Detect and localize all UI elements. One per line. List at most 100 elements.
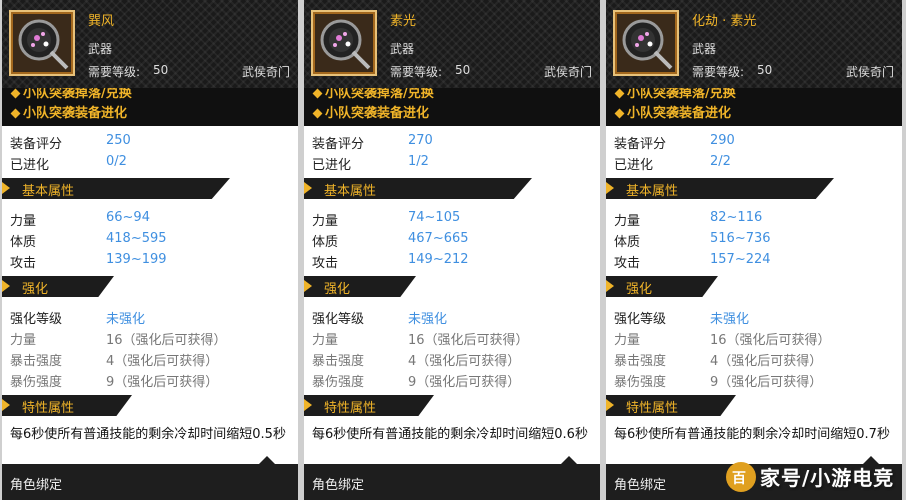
enhance-level-value: 未强化 — [710, 312, 750, 327]
stat-label: 攻击 — [312, 256, 339, 271]
stat-value: 157~224 — [710, 252, 771, 267]
stat-value: 66~94 — [106, 210, 150, 225]
enhance-stat-value: 9（强化后可获得） — [408, 375, 521, 390]
section-traits: 特性属性 — [2, 395, 132, 416]
section-traits: 特性属性 — [304, 395, 434, 416]
required-level-value: 50 — [455, 63, 471, 77]
chevron-right-icon — [2, 182, 10, 194]
stat-label: 力量 — [312, 214, 339, 229]
item-tooltip-panel: 巽风 武器 需要等级: 50 武侯奇门 小队突袭掉落/兑换 小队突袭装备进化 装… — [2, 0, 298, 500]
enhance-level-value: 未强化 — [106, 312, 146, 327]
item-school: 武侯奇门 — [241, 65, 290, 79]
notch-decoration — [560, 456, 578, 465]
required-level-label: 需要等级: — [390, 65, 443, 79]
enhance-stat-label: 暴伤强度 — [10, 375, 63, 390]
stat-value: 418~595 — [106, 231, 167, 246]
diamond-icon — [614, 108, 625, 119]
enhance-level-label: 强化等级 — [312, 312, 365, 327]
fan-weapon-icon — [315, 14, 373, 72]
chevron-right-icon — [2, 399, 10, 411]
enhance-stat-label: 暴击强度 — [614, 354, 667, 369]
bind-status: 角色绑定 — [10, 478, 63, 493]
enhance-stat-label: 暴击强度 — [10, 354, 63, 369]
diamond-icon — [614, 88, 625, 99]
item-type: 武器 — [390, 42, 415, 56]
enhance-stat-value: 4（强化后可获得） — [408, 354, 521, 369]
item-type: 武器 — [88, 42, 113, 56]
diamond-icon — [10, 108, 21, 119]
trait-description: 每6秒使所有普通技能的剩余冷却时间缩短0.6秒 — [312, 427, 588, 442]
section-traits: 特性属性 — [606, 395, 736, 416]
item-tooltip-panel: 素光 武器 需要等级: 50 武侯奇门 小队突袭掉落/兑换 小队突袭装备进化 装… — [304, 0, 600, 500]
diamond-icon — [312, 108, 323, 119]
enhance-stat-label: 力量 — [10, 333, 37, 348]
bind-status: 角色绑定 — [614, 478, 667, 493]
item-school: 武侯奇门 — [543, 65, 592, 79]
stat-value: 149~212 — [408, 252, 469, 267]
source-line: 小队突袭掉落/兑换 — [312, 88, 434, 101]
fan-weapon-icon — [13, 14, 71, 72]
evolved-value: 2/2 — [710, 154, 731, 169]
score-label: 装备评分 — [10, 137, 63, 152]
diamond-icon — [312, 88, 323, 99]
chevron-right-icon — [304, 399, 312, 411]
evolved-label: 已进化 — [10, 158, 50, 173]
evolved-value: 0/2 — [106, 154, 127, 169]
stat-label: 力量 — [10, 214, 37, 229]
section-enhance: 强化 — [304, 276, 416, 297]
item-tooltip-panel: 化劫 · 素光 武器 需要等级: 50 武侯奇门 小队突袭掉落/兑换 小队突袭装… — [606, 0, 902, 500]
enhance-stat-label: 力量 — [614, 333, 641, 348]
section-basic-attributes: 基本属性 — [606, 178, 834, 199]
score-label: 装备评分 — [614, 137, 667, 152]
evolved-label: 已进化 — [312, 158, 352, 173]
required-level-value: 50 — [757, 63, 773, 77]
item-sources: 小队突袭掉落/兑换 小队突袭装备进化 — [2, 88, 298, 126]
score-value: 270 — [408, 133, 433, 148]
watermark-text: 家号/小游电竞 — [760, 466, 895, 490]
item-icon-frame[interactable] — [9, 10, 75, 76]
score-value: 250 — [106, 133, 131, 148]
fan-weapon-icon — [617, 14, 675, 72]
notch-decoration — [258, 456, 276, 465]
enhance-stat-label: 力量 — [312, 333, 339, 348]
stat-value: 82~116 — [710, 210, 763, 225]
trait-description: 每6秒使所有普通技能的剩余冷却时间缩短0.5秒 — [10, 427, 286, 442]
enhance-stat-value: 4（强化后可获得） — [106, 354, 219, 369]
enhance-stat-value: 4（强化后可获得） — [710, 354, 823, 369]
enhance-stat-value: 16（强化后可获得） — [408, 333, 529, 348]
stat-value: 139~199 — [106, 252, 167, 267]
source-line: 小队突袭装备进化 — [312, 102, 429, 121]
item-name: 化劫 · 素光 — [692, 14, 757, 29]
item-header: 化劫 · 素光 武器 需要等级: 50 武侯奇门 — [606, 0, 902, 88]
enhance-stat-value: 9（强化后可获得） — [106, 375, 219, 390]
enhance-level-label: 强化等级 — [614, 312, 667, 327]
item-name: 素光 — [390, 14, 417, 29]
chevron-right-icon — [304, 182, 312, 194]
stat-label: 体质 — [614, 235, 641, 250]
enhance-stat-value: 16（强化后可获得） — [710, 333, 831, 348]
watermark-logo-icon: 百 — [726, 462, 756, 492]
enhance-stat-value: 9（强化后可获得） — [710, 375, 823, 390]
bind-bar: 角色绑定 — [304, 456, 600, 500]
chevron-right-icon — [606, 182, 614, 194]
source-line: 小队突袭装备进化 — [614, 102, 731, 121]
stat-label: 力量 — [614, 214, 641, 229]
stat-value: 516~736 — [710, 231, 771, 246]
score-value: 290 — [710, 133, 735, 148]
enhance-level-value: 未强化 — [408, 312, 448, 327]
chevron-right-icon — [304, 280, 312, 292]
diamond-icon — [10, 88, 21, 99]
chevron-right-icon — [606, 399, 614, 411]
item-icon-frame[interactable] — [311, 10, 377, 76]
enhance-stat-label: 暴伤强度 — [312, 375, 365, 390]
stat-label: 攻击 — [614, 256, 641, 271]
item-icon-frame[interactable] — [613, 10, 679, 76]
item-sources: 小队突袭掉落/兑换 小队突袭装备进化 — [304, 88, 600, 126]
section-enhance: 强化 — [2, 276, 114, 297]
bind-status: 角色绑定 — [312, 478, 365, 493]
stat-label: 体质 — [312, 235, 339, 250]
source-line: 小队突袭掉落/兑换 — [614, 88, 736, 101]
stat-value: 74~105 — [408, 210, 461, 225]
stat-value: 467~665 — [408, 231, 469, 246]
stat-label: 体质 — [10, 235, 37, 250]
